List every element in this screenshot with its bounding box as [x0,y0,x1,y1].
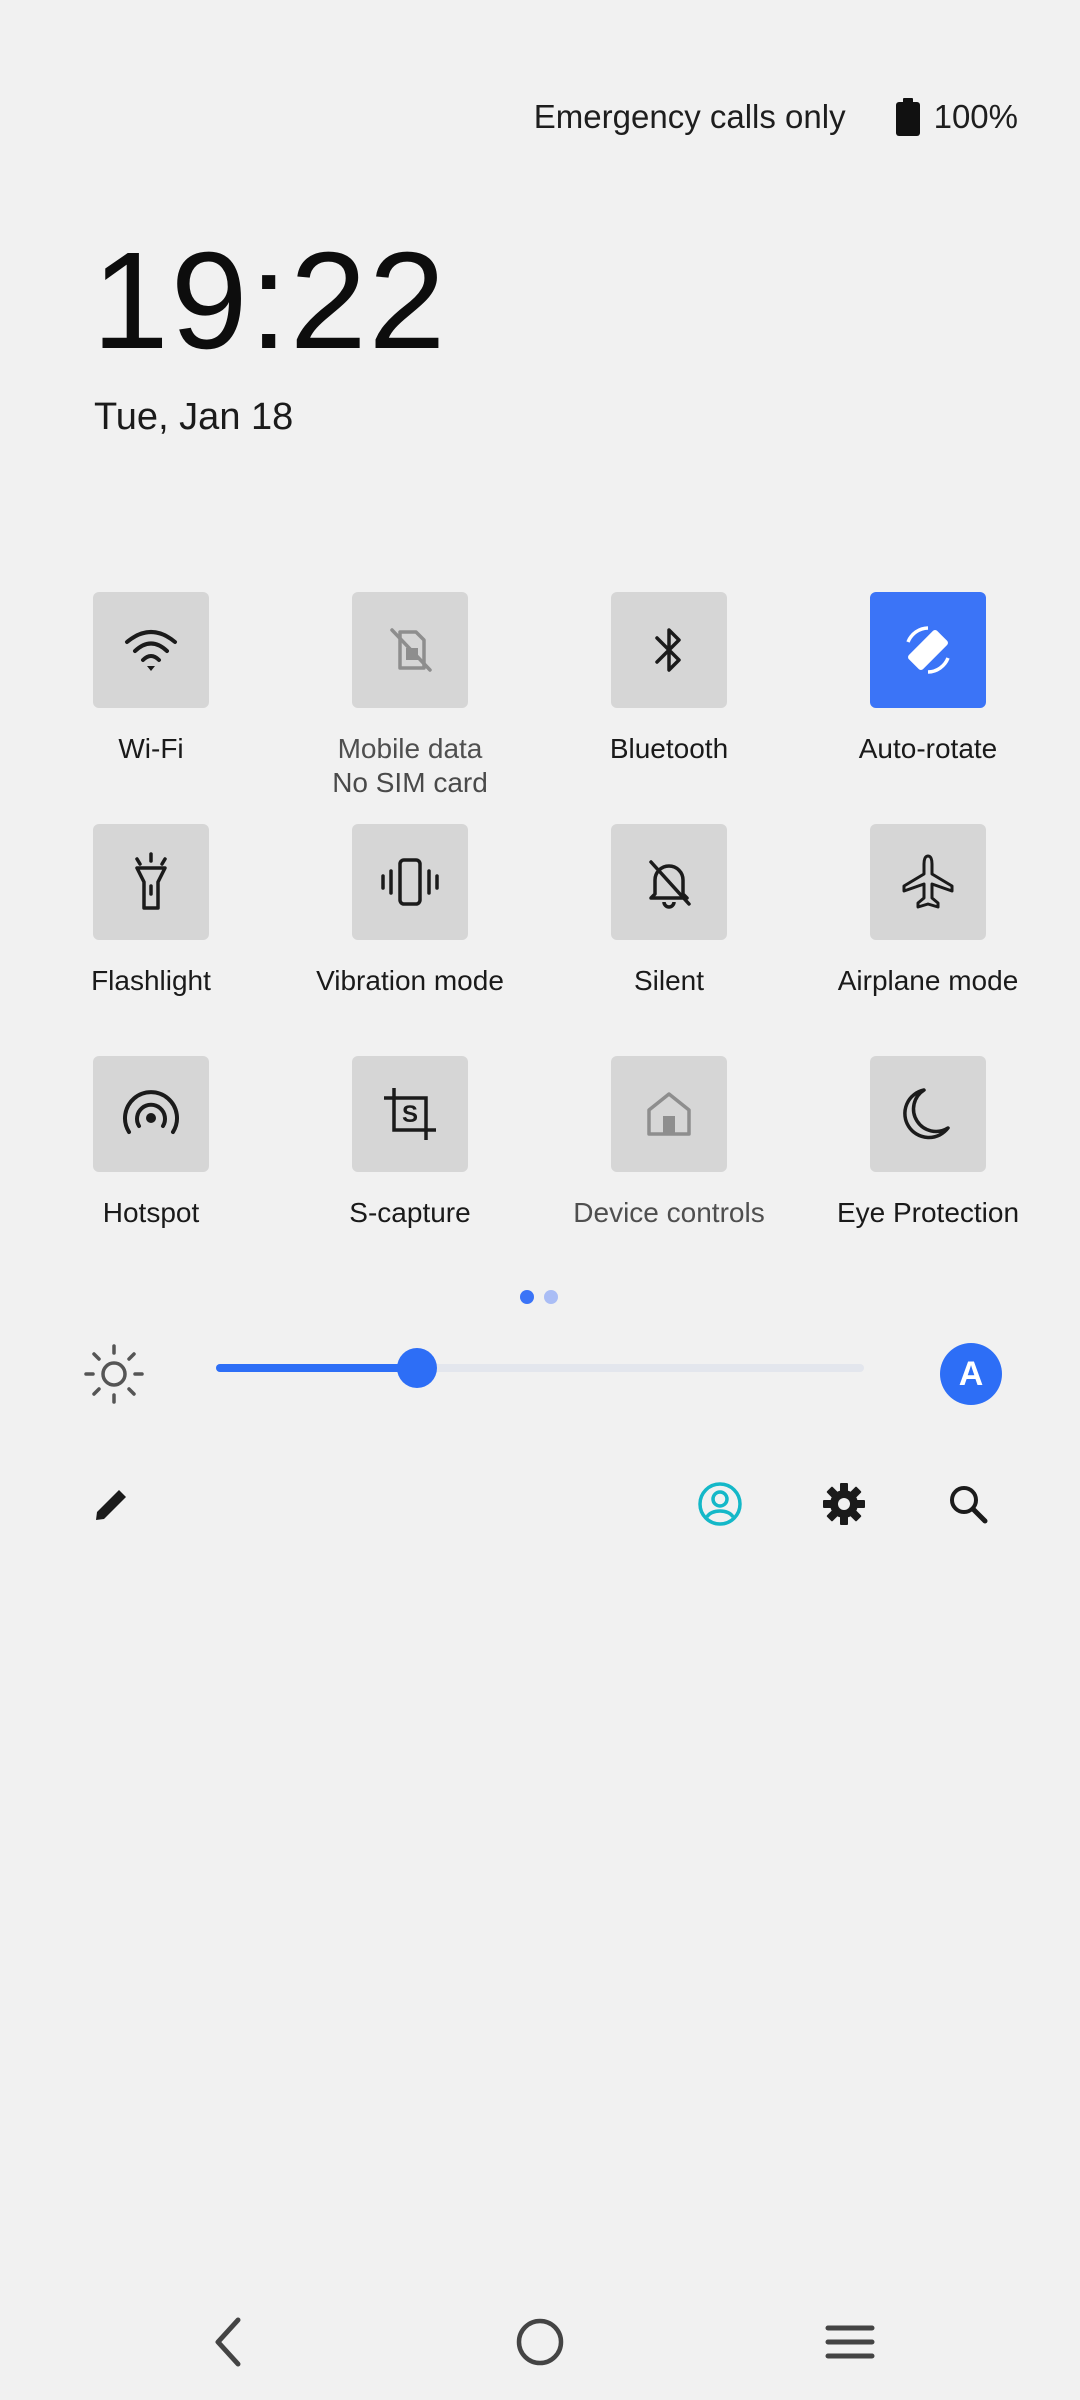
menu-lines-icon [825,2325,875,2359]
tile-eye-protection-button[interactable] [870,1056,986,1172]
back-chevron-icon [215,2317,241,2367]
clock-date: Tue, Jan 18 [94,396,294,438]
page-indicator [520,1290,558,1304]
tile-mobile-data-button[interactable] [352,592,468,708]
tile-auto-rotate-label: Auto-rotate [858,733,998,764]
battery-full-icon [895,98,920,136]
tile-vibration-mode-button[interactable] [352,824,468,940]
tile-eye-protection[interactable]: Eye Protection [808,1056,1048,1229]
tile-s-capture[interactable]: S S-capture [290,1056,530,1229]
tile-mobile-data-sublabel: No SIM card [332,767,488,798]
auto-rotate-icon [906,626,950,674]
tile-vibration-mode[interactable]: Vibration mode [290,824,530,997]
nav-back-button[interactable] [196,2310,260,2374]
tile-s-capture-button[interactable]: S [352,1056,468,1172]
tile-flashlight[interactable]: Flashlight [31,824,271,997]
tile-bluetooth[interactable]: Bluetooth [549,592,789,765]
user-account-button[interactable] [696,1480,744,1528]
tile-silent[interactable]: Silent [549,824,789,997]
silent-bell-off-icon [649,860,691,909]
search-button[interactable] [944,1480,992,1528]
tile-silent-label: Silent [633,965,705,996]
page-dot-1[interactable] [520,1290,534,1304]
tile-device-controls[interactable]: Device controls [549,1056,789,1229]
tile-auto-rotate-button[interactable] [870,592,986,708]
nav-recents-button[interactable] [818,2310,882,2374]
user-account-icon [698,1482,742,1526]
tile-hotspot-label: Hotspot [102,1197,200,1228]
tile-wifi[interactable]: Wi-Fi [31,592,271,765]
bluetooth-icon [655,628,681,672]
search-icon [950,1486,988,1524]
tile-wifi-label: Wi-Fi [118,733,184,764]
brightness-icon [84,1344,144,1404]
gear-icon [823,1483,865,1525]
tile-flashlight-label: Flashlight [91,965,211,996]
tile-bluetooth-label: Bluetooth [609,733,729,764]
tile-airplane-mode[interactable]: Airplane mode [808,824,1048,997]
settings-button[interactable] [820,1480,868,1528]
tile-mobile-data-label: Mobile data [337,733,483,764]
tile-vibration-mode-label: Vibration mode [316,965,504,996]
tile-mobile-data[interactable]: Mobile data No SIM card [290,592,530,801]
network-status-text: Emergency calls only [533,98,846,135]
auto-brightness-button[interactable]: A [940,1343,1002,1405]
tile-silent-button[interactable] [611,824,727,940]
brightness-thumb[interactable] [396,1348,437,1388]
pencil-icon [96,1487,129,1520]
airplane-icon [902,854,954,909]
tile-wifi-button[interactable] [93,592,209,708]
tile-hotspot[interactable]: Hotspot [31,1056,271,1229]
tile-auto-rotate[interactable]: Auto-rotate [808,592,1048,765]
svg-text:S: S [402,1101,418,1128]
tile-flashlight-button[interactable] [93,824,209,940]
brightness-slider[interactable] [216,1348,864,1388]
home-circle-icon [516,2318,564,2366]
vibration-icon [381,858,439,906]
home-icon [647,1092,691,1136]
clock-time: 19:22 [92,224,448,378]
tile-hotspot-button[interactable] [93,1056,209,1172]
brightness-fill [216,1364,417,1372]
tile-airplane-mode-label: Airplane mode [837,965,1019,996]
mobile-data-off-icon [390,628,432,672]
s-capture-icon: S [384,1088,436,1140]
tile-device-controls-label: Device controls [573,1197,765,1228]
flashlight-icon [135,852,167,910]
hotspot-icon [123,1090,179,1134]
page-dot-2[interactable] [544,1290,558,1304]
wifi-icon [125,630,177,671]
status-bar: Emergency calls only 100% [534,92,1018,142]
nav-home-button[interactable] [508,2310,572,2374]
edit-button[interactable] [88,1480,136,1528]
tile-device-controls-button[interactable] [611,1056,727,1172]
tile-s-capture-label: S-capture [349,1197,471,1228]
battery-percent: 100% [933,98,1018,135]
tile-bluetooth-button[interactable] [611,592,727,708]
tile-airplane-mode-button[interactable] [870,824,986,940]
moon-icon [903,1088,950,1140]
tile-eye-protection-label: Eye Protection [836,1197,1020,1228]
